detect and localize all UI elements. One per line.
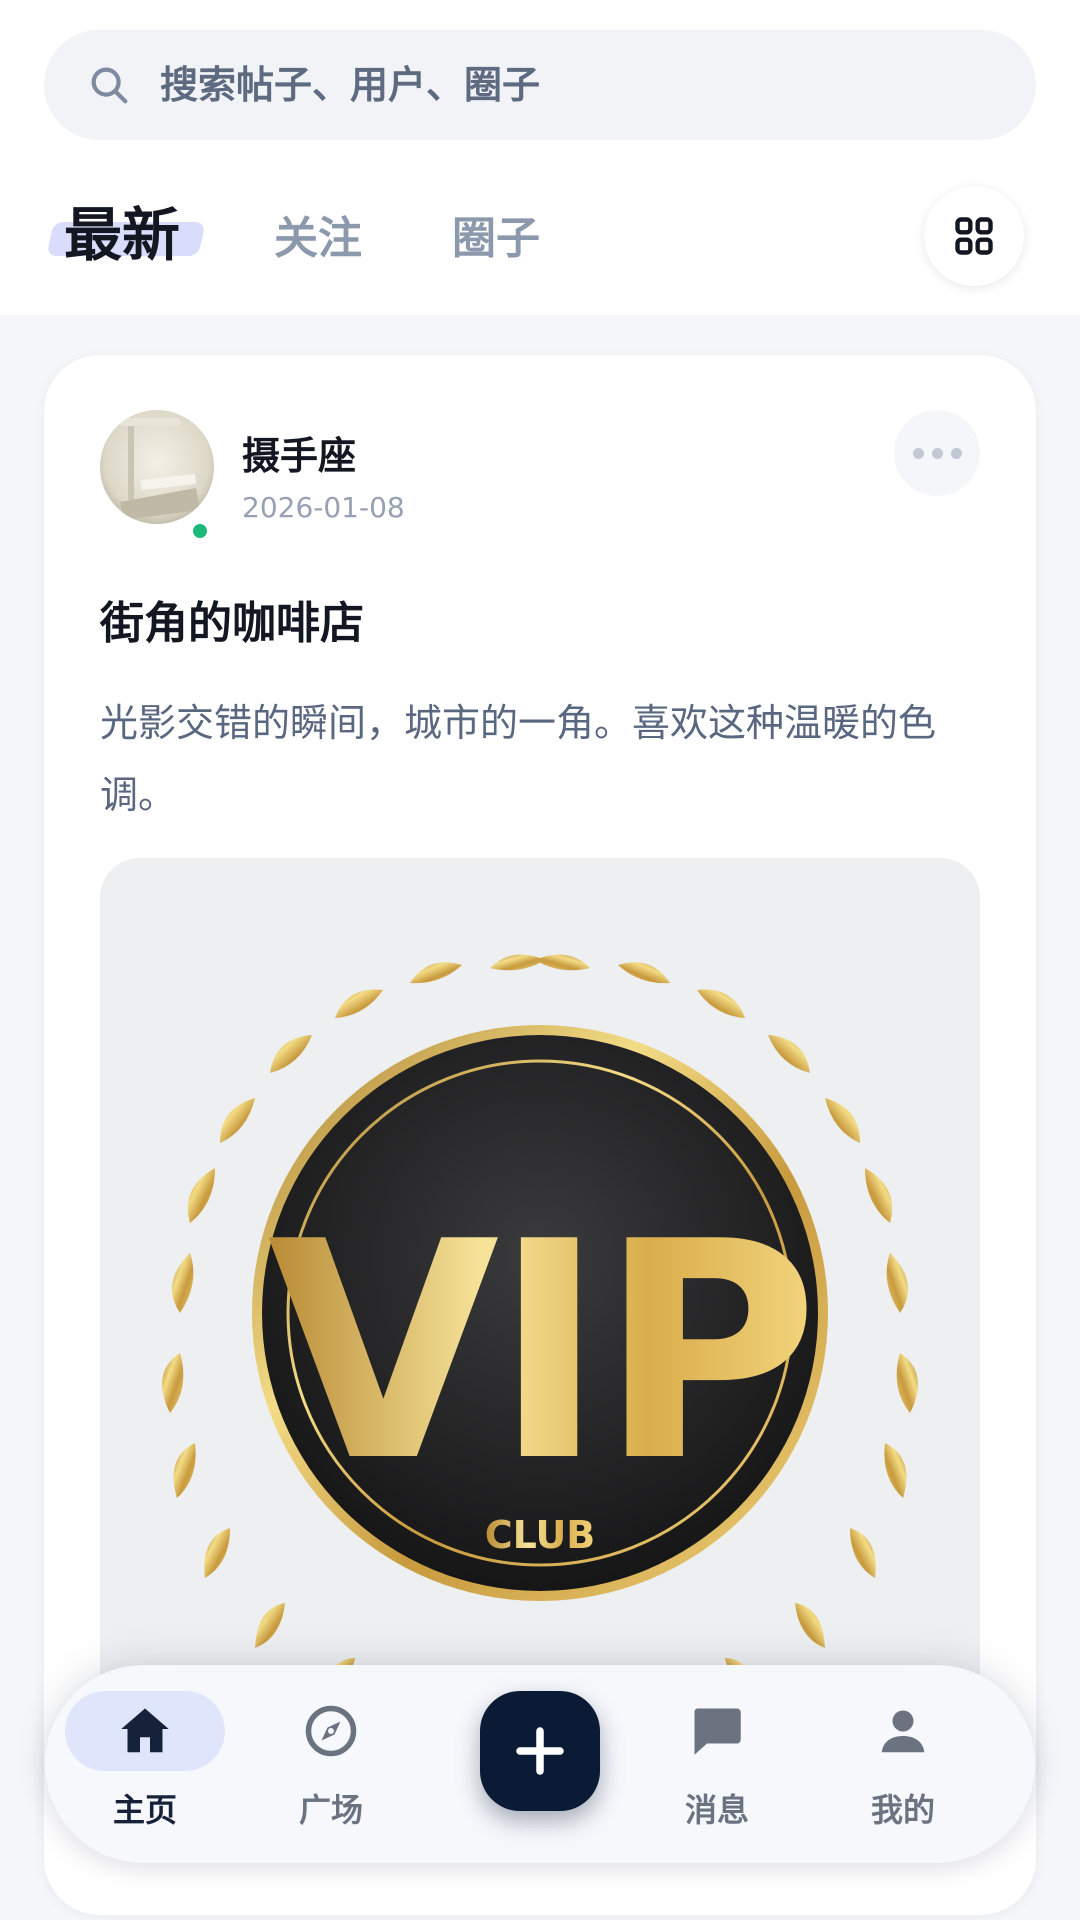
post-date: 2026-01-08 <box>242 491 405 524</box>
feed-tabs: 最新 关注 圈子 <box>0 180 1080 290</box>
nav-messages-label: 消息 <box>684 1791 749 1829</box>
tab-following[interactable]: 关注 <box>274 184 362 284</box>
more-options-button[interactable] <box>894 410 980 496</box>
post-body: 光影交错的瞬间，城市的一角。喜欢这种温暖的色调。 <box>100 701 937 817</box>
app-root: 最新 关注 圈子 <box>0 0 1080 1920</box>
chat-bubble-icon <box>694 1708 741 1755</box>
nav-home-label: 主页 <box>112 1791 177 1829</box>
badge-club-text: CLUB <box>485 1513 596 1557</box>
avatar-image <box>100 410 214 524</box>
home-icon <box>121 1708 169 1753</box>
search-icon <box>91 67 128 104</box>
author-name[interactable]: 摄手座 <box>242 425 356 480</box>
grid-icon <box>955 217 993 255</box>
nav-profile-label: 我的 <box>870 1791 935 1829</box>
create-post-button[interactable] <box>480 1691 600 1811</box>
avatar[interactable] <box>100 410 214 524</box>
nav-messages[interactable]: 消息 <box>637 1665 797 1863</box>
search-input[interactable] <box>160 63 960 107</box>
header: 最新 关注 圈子 <box>0 0 1080 315</box>
online-status-indicator <box>190 521 210 541</box>
nav-profile[interactable]: 我的 <box>823 1665 983 1863</box>
badge-vip-text: VIP <box>267 1178 813 1527</box>
grid-menu-button[interactable] <box>924 186 1024 286</box>
nav-plaza[interactable]: 广场 <box>251 1665 411 1863</box>
nav-home[interactable]: 主页 <box>65 1665 225 1863</box>
bottom-navigation: 主页 广场 消息 我的 <box>45 1665 1035 1863</box>
nav-plaza-label: 广场 <box>298 1791 363 1829</box>
more-horizontal-icon <box>912 447 962 459</box>
tab-circles[interactable]: 圈子 <box>452 184 540 284</box>
tab-latest[interactable]: 最新 <box>64 180 180 280</box>
plus-icon <box>516 1727 564 1775</box>
search-bar[interactable] <box>44 30 1036 140</box>
post-title: 街角的咖啡店 <box>100 598 364 649</box>
user-icon <box>881 1710 925 1753</box>
compass-icon <box>305 1705 357 1757</box>
